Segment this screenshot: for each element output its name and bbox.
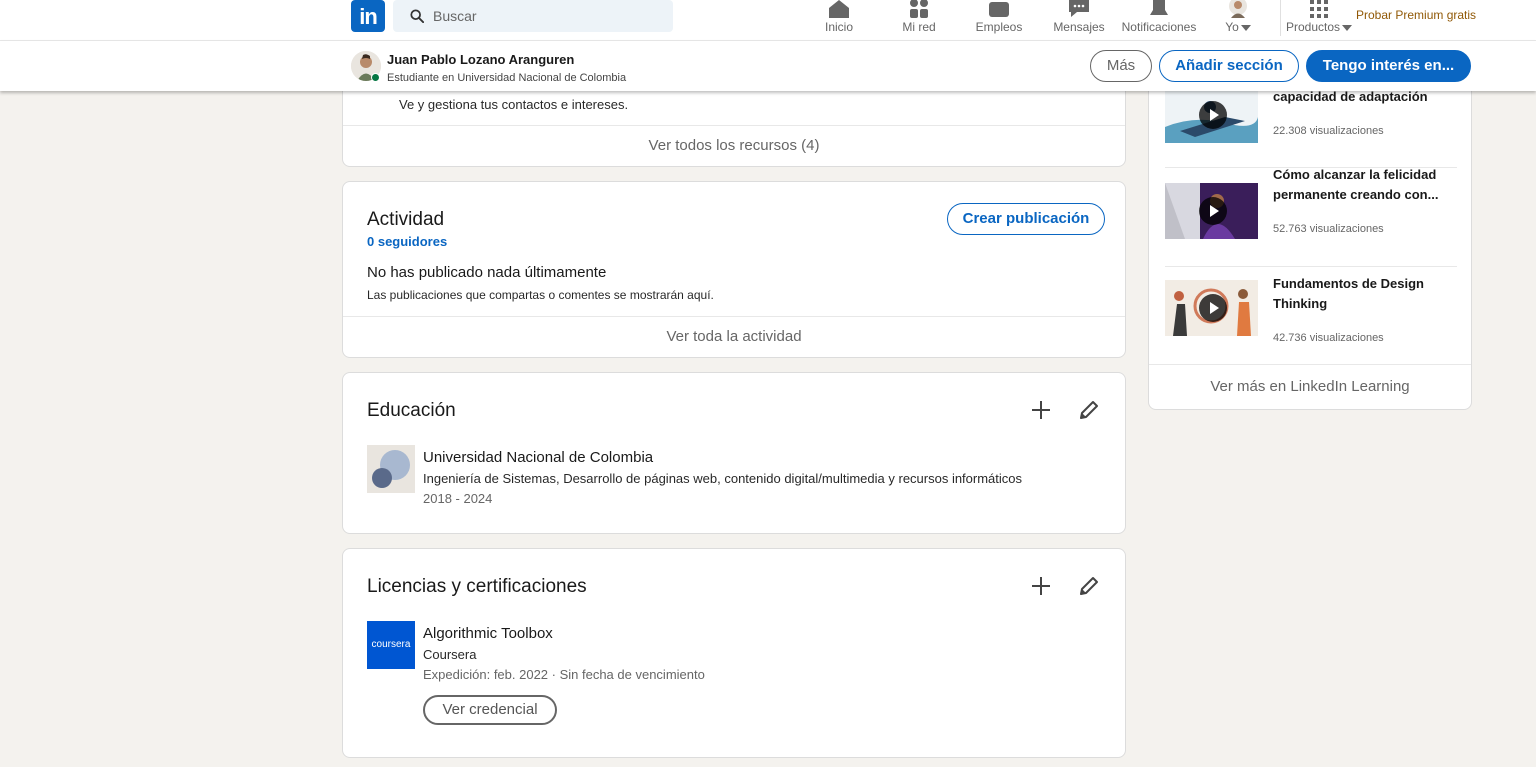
bell-icon	[1147, 0, 1171, 21]
add-education-button[interactable]	[1029, 398, 1053, 422]
course-item[interactable]: Fundamentos de Design Thinking 42.736 vi…	[1165, 268, 1457, 365]
activity-title: Actividad	[367, 209, 445, 230]
nav-notifications[interactable]: Notificaciones	[1119, 0, 1199, 41]
degree-field: Ingeniería de Sistemas, Desarrollo de pá…	[423, 471, 1023, 486]
search-box[interactable]	[393, 0, 673, 32]
search-icon	[410, 9, 425, 28]
play-icon	[1199, 101, 1227, 129]
learning-card: Cómo desarrollar tu propia capacidad de …	[1148, 60, 1472, 410]
nav-home[interactable]: Inicio	[809, 0, 869, 41]
play-icon	[1199, 294, 1227, 322]
course-thumbnail[interactable]	[1165, 183, 1258, 239]
course-thumbnail[interactable]	[1165, 87, 1258, 143]
briefcase-icon	[987, 0, 1011, 21]
more-button[interactable]: Más	[1090, 50, 1152, 82]
show-more-learning-link[interactable]: Ver más en LinkedIn Learning	[1149, 364, 1471, 409]
no-posts-title: No has publicado nada últimamente	[367, 264, 607, 281]
course-title[interactable]: Cómo alcanzar la felicidad permanente cr…	[1273, 165, 1457, 205]
resources-description: Ve y gestiona tus contactos e intereses.	[399, 97, 629, 112]
home-icon	[827, 0, 851, 21]
nav-jobs[interactable]: Empleos	[969, 0, 1029, 41]
course-item[interactable]: Cómo alcanzar la felicidad permanente cr…	[1165, 167, 1457, 267]
education-card: Educación Universidad Nacional de Colomb…	[342, 372, 1126, 534]
nav-messages[interactable]: Mensajes	[1049, 0, 1109, 41]
coursera-logo[interactable]: coursera	[367, 621, 415, 669]
create-post-button[interactable]: Crear publicación	[947, 203, 1105, 235]
show-credential-button[interactable]: Ver credencial	[423, 695, 557, 725]
messages-icon	[1067, 0, 1091, 21]
activity-card: Actividad 0 seguidores Crear publicación…	[342, 181, 1126, 358]
caret-down-icon	[1342, 24, 1353, 31]
course-title[interactable]: Fundamentos de Design Thinking	[1273, 274, 1457, 314]
nav-products-label: Productos	[1283, 20, 1355, 34]
nav-products[interactable]: Productos	[1283, 0, 1355, 41]
licenses-title: Licencias y certificaciones	[367, 576, 587, 597]
premium-link[interactable]: Probar Premium gratis	[1356, 8, 1476, 22]
certificate-issuer: Coursera	[423, 647, 477, 662]
global-nav: in Inicio Mi red Empleos Mensajes Notif	[0, 0, 1536, 41]
add-section-button[interactable]: Añadir sección	[1159, 50, 1299, 82]
plus-icon	[1029, 401, 1053, 426]
nav-home-label: Inicio	[824, 20, 853, 34]
no-posts-description: Las publicaciones que compartas o coment…	[367, 288, 714, 302]
edit-education-button[interactable]	[1077, 398, 1101, 422]
course-views: 42.736 visualizaciones	[1273, 332, 1384, 344]
online-status-indicator	[371, 73, 380, 82]
nav-divider	[1280, 0, 1281, 36]
nav-me-label: Yo	[1216, 20, 1260, 34]
pencil-icon	[1077, 577, 1101, 602]
nav-messages-label: Mensajes	[1053, 20, 1105, 34]
school-logo[interactable]	[367, 445, 415, 493]
show-all-resources-link[interactable]: Ver todos los recursos (4)	[343, 125, 1125, 166]
profile-headline: Estudiante en Universidad Nacional de Co…	[387, 72, 627, 84]
education-dates: 2018 - 2024	[423, 491, 493, 506]
plus-icon	[1029, 577, 1053, 602]
course-thumbnail[interactable]	[1165, 280, 1258, 336]
followers-link[interactable]: 0 seguidores	[367, 234, 447, 249]
school-name[interactable]: Universidad Nacional de Colombia	[423, 449, 653, 466]
show-all-activity-link[interactable]: Ver toda la actividad	[343, 316, 1125, 357]
add-license-button[interactable]	[1029, 574, 1053, 598]
grid-icon	[1309, 0, 1329, 21]
linkedin-logo[interactable]: in	[351, 0, 385, 32]
nav-me[interactable]: Yo	[1216, 0, 1260, 41]
nav-network-label: Mi red	[902, 20, 936, 34]
edit-license-button[interactable]	[1077, 574, 1101, 598]
course-views: 22.308 visualizaciones	[1273, 125, 1384, 137]
profile-name: Juan Pablo Lozano Aranguren	[387, 52, 575, 67]
avatar-small	[1228, 0, 1248, 21]
education-title: Educación	[367, 400, 456, 421]
course-views: 52.763 visualizaciones	[1273, 223, 1384, 235]
nav-jobs-label: Empleos	[975, 20, 1023, 34]
nav-notifications-label: Notificaciones	[1121, 20, 1197, 34]
open-to-button[interactable]: Tengo interés en...	[1306, 50, 1471, 82]
caret-down-icon	[1240, 24, 1251, 31]
network-icon	[907, 0, 931, 21]
play-icon	[1199, 197, 1227, 225]
nav-network[interactable]: Mi red	[889, 0, 949, 41]
pencil-icon	[1077, 401, 1101, 426]
sticky-profile-bar: Juan Pablo Lozano Aranguren Estudiante e…	[0, 41, 1536, 91]
certificate-name[interactable]: Algorithmic Toolbox	[423, 625, 553, 642]
licenses-card: Licencias y certificaciones coursera Alg…	[342, 548, 1126, 758]
certificate-issue-date: Expedición: feb. 2022 · Sin fecha de ven…	[423, 667, 705, 682]
search-input[interactable]	[433, 6, 653, 26]
